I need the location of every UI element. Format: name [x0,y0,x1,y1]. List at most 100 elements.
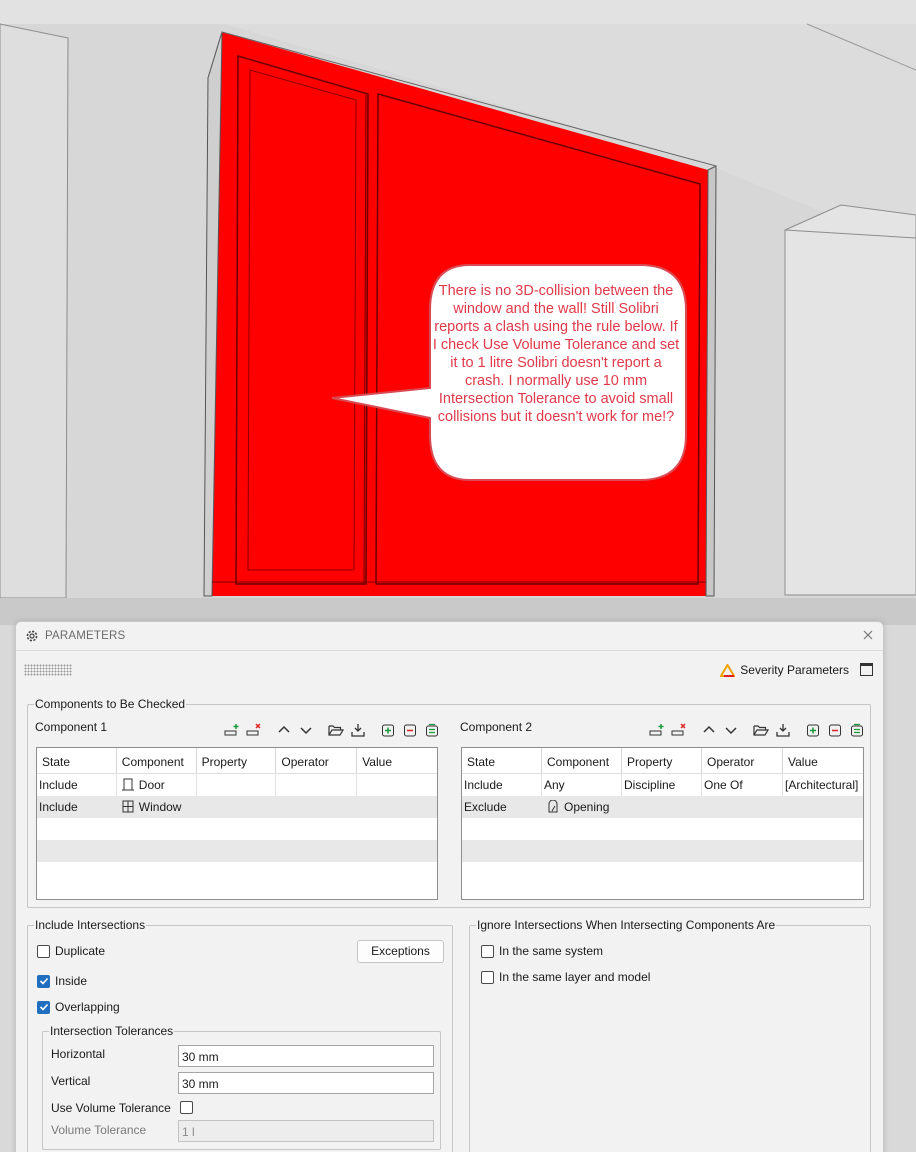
column-header-operator[interactable]: Operator [276,748,358,773]
cell-value [357,774,437,796]
use-volume-tolerance-checkbox[interactable] [180,1101,193,1114]
components-group-title: Components to Be Checked [35,697,186,711]
dialog-title: PARAMETERS [45,630,126,642]
checkbox-box[interactable] [37,1000,50,1014]
table-row[interactable]: Exclude Opening [462,796,863,818]
column-header-property[interactable]: Property [622,748,702,773]
checkbox-box[interactable] [37,944,50,958]
use-volume-tolerance-label: Use Volume Tolerance [51,1101,171,1115]
cell-property: Discipline [622,774,702,796]
checkbox-box[interactable] [481,970,494,984]
add-row-icon[interactable] [648,722,665,738]
checkbox-box[interactable] [37,974,50,988]
remove-row-icon[interactable] [245,722,262,738]
annotation-text: There is no 3D-collision between the win… [432,283,680,425]
cell-component: Window [117,796,197,818]
cell-property [197,796,277,818]
component2-table[interactable]: State Component Property Operator Value … [461,747,864,900]
column-header-value[interactable]: Value [783,748,863,773]
column-header-value[interactable]: Value [357,748,437,773]
column-header-state[interactable]: State [37,748,117,773]
inside-checkbox[interactable]: Inside [37,974,87,988]
move-up-icon[interactable] [700,722,717,738]
same-layer-label: In the same layer and model [499,970,651,984]
opening-icon [547,800,559,813]
download-icon[interactable] [774,722,791,738]
severity-parameters-button[interactable]: Severity Parameters [720,663,849,677]
ignore-intersections-title: Ignore Intersections When Intersecting C… [477,918,776,932]
table-row-empty[interactable] [37,818,437,840]
component1-toolbar [223,722,445,738]
door-icon [121,778,134,791]
clear-filter-icon[interactable] [848,722,865,738]
add-row-icon[interactable] [223,722,240,738]
same-layer-checkbox[interactable]: In the same layer and model [481,970,650,984]
table-row[interactable]: Include Door [37,774,437,796]
titlebar-divider [16,650,883,651]
move-down-icon[interactable] [722,722,739,738]
vertical-label: Vertical [51,1074,91,1088]
column-header-property[interactable]: Property [197,748,277,773]
horizontal-label: Horizontal [51,1047,106,1061]
maximize-icon[interactable] [860,663,873,676]
cell-component-label: Opening [564,800,610,814]
include-intersections-title: Include Intersections [35,918,146,932]
cell-value [783,796,863,818]
cell-state: Include [37,774,117,796]
window-icon [122,800,134,813]
move-up-icon[interactable] [275,722,292,738]
clear-filter-icon[interactable] [423,722,440,738]
checkbox-box[interactable] [481,944,494,958]
duplicate-checkbox[interactable]: Duplicate [37,944,105,958]
severity-warning-icon [720,663,736,677]
cell-value: [Architectural] [785,778,859,792]
exceptions-button[interactable]: Exceptions [357,940,444,963]
dialog-titlebar[interactable]: PARAMETERS [16,622,883,650]
severity-parameters-label: Severity Parameters [740,663,849,677]
table-row-empty[interactable] [37,840,437,862]
remove-filter-icon[interactable] [826,722,843,738]
duplicate-label: Duplicate [55,944,106,958]
cell-component: Opening [542,796,622,818]
component2-label: Component 2 [460,720,533,734]
column-header-operator[interactable]: Operator [702,748,783,773]
volume-tolerance-input[interactable]: 1 l [178,1120,434,1142]
table-row-empty[interactable] [462,840,863,862]
cell-property [622,796,702,818]
overlapping-checkbox[interactable]: Overlapping [37,1000,120,1014]
cell-state: Exclude [462,796,542,818]
table-row[interactable]: Include Any Discipline One Of [Architect… [462,774,863,796]
remove-row-icon[interactable] [670,722,687,738]
horizontal-tolerance-input[interactable]: 30 mm [178,1045,434,1067]
move-down-icon[interactable] [297,722,314,738]
open-folder-icon[interactable] [752,722,769,738]
drag-grip-icon[interactable] [24,664,72,676]
cell-state: Include [37,796,117,818]
add-filter-icon[interactable] [379,722,396,738]
component2-toolbar [648,722,870,738]
component2-header: State Component Property Operator Value [462,748,863,774]
close-icon[interactable] [861,628,875,642]
column-header-component[interactable]: Component [117,748,197,773]
cell-operator: One Of [702,774,783,796]
remove-filter-icon[interactable] [401,722,418,738]
component1-header: State Component Property Operator Value [37,748,437,774]
open-folder-icon[interactable] [327,722,344,738]
table-row[interactable]: Include Window [37,796,437,818]
cell-operator [276,774,358,796]
cell-property [197,774,277,796]
same-system-checkbox[interactable]: In the same system [481,944,603,958]
download-icon[interactable] [349,722,366,738]
inside-label: Inside [55,974,88,988]
vertical-tolerance-input[interactable]: 30 mm [178,1072,434,1094]
cell-state: Include [462,774,542,796]
component1-table[interactable]: State Component Property Operator Value … [36,747,438,900]
add-filter-icon[interactable] [804,722,821,738]
column-header-state[interactable]: State [462,748,542,773]
table-row-empty[interactable] [462,818,863,840]
parameters-dialog: PARAMETERS Severity Parameters Component… [15,621,884,1152]
column-header-component[interactable]: Component [542,748,622,773]
cell-operator [276,796,358,818]
cell-component-label: Window [138,800,182,814]
intersection-tolerances-title: Intersection Tolerances [50,1024,174,1038]
